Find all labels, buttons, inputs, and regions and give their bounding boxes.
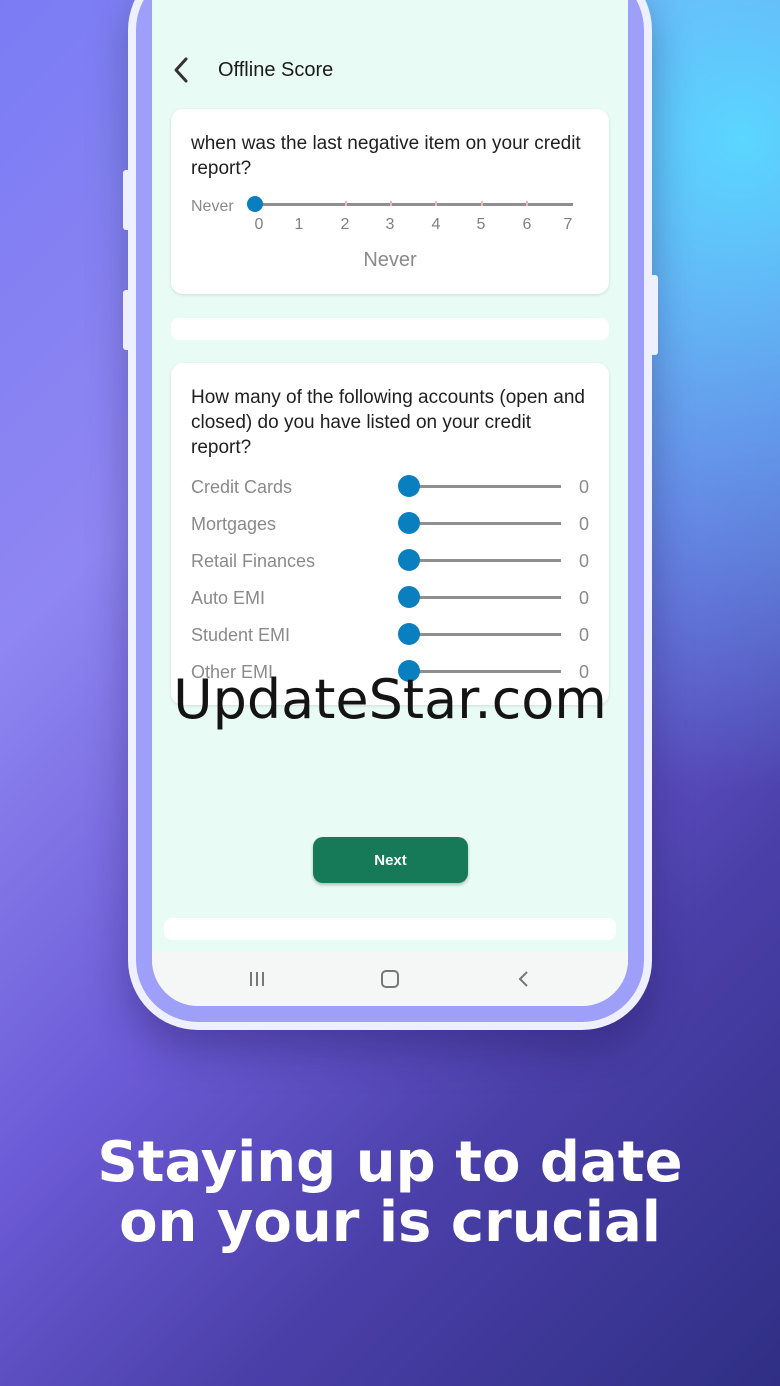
slider-tick bbox=[390, 201, 392, 206]
tick-label: 4 bbox=[431, 216, 441, 233]
tick-label: 6 bbox=[522, 216, 532, 233]
account-slider-thumb[interactable] bbox=[398, 623, 420, 645]
tick-label: 1 bbox=[294, 216, 304, 233]
divider-strip bbox=[171, 318, 609, 340]
question-text: when was the last negative item on your … bbox=[191, 133, 581, 179]
system-nav-bar bbox=[152, 952, 628, 1006]
account-row-value: 0 bbox=[579, 477, 590, 497]
account-row-value: 0 bbox=[579, 625, 590, 645]
account-row-value: 0 bbox=[579, 551, 590, 571]
account-row-label: Auto EMI bbox=[191, 588, 266, 608]
account-row-value: 0 bbox=[579, 588, 590, 608]
phone-side-button bbox=[123, 290, 131, 350]
phone-power-button bbox=[650, 275, 658, 355]
question-card-accounts: How many of the following accounts (open… bbox=[171, 363, 609, 705]
tick-label: 3 bbox=[385, 216, 395, 233]
slider-tick bbox=[481, 201, 483, 206]
slider-min-label: Never bbox=[191, 198, 234, 215]
account-slider-track[interactable] bbox=[411, 633, 561, 636]
selected-value-label: Never bbox=[363, 249, 417, 271]
account-slider-track[interactable] bbox=[411, 522, 561, 525]
account-row-label: Student EMI bbox=[191, 625, 291, 645]
home-icon[interactable] bbox=[375, 966, 405, 992]
slider-tick bbox=[526, 201, 528, 206]
tick-label: 2 bbox=[340, 216, 350, 233]
phone-screen: Offline Score when was the last negative… bbox=[152, 0, 628, 1006]
slider-tick bbox=[435, 201, 437, 206]
tick-label: 0 bbox=[254, 216, 264, 233]
bottom-strip bbox=[164, 918, 616, 940]
back-icon[interactable] bbox=[509, 966, 539, 992]
account-slider-thumb[interactable] bbox=[398, 549, 420, 571]
tick-label: 7 bbox=[563, 216, 573, 233]
question-text: How many of the following accounts (open… bbox=[191, 387, 585, 458]
account-slider-thumb[interactable] bbox=[398, 512, 420, 534]
recents-icon[interactable] bbox=[242, 966, 272, 992]
chevron-left-icon[interactable] bbox=[170, 56, 194, 84]
account-row-value: 0 bbox=[579, 514, 590, 534]
account-row-label: Credit Cards bbox=[191, 477, 293, 497]
headline-line-1: Staying up to date bbox=[97, 1130, 683, 1195]
watermark: UpdateStar.com bbox=[173, 668, 607, 731]
slider-tick bbox=[345, 201, 347, 206]
page-title: Offline Score bbox=[218, 59, 334, 81]
phone-side-button bbox=[123, 170, 131, 230]
account-slider-thumb[interactable] bbox=[398, 586, 420, 608]
account-slider-thumb[interactable] bbox=[398, 475, 420, 497]
slider-thumb[interactable] bbox=[247, 196, 263, 212]
account-row-label: Mortgages bbox=[191, 514, 277, 534]
account-slider-track[interactable] bbox=[411, 485, 561, 488]
headline-line-2: on your is crucial bbox=[119, 1190, 661, 1255]
account-row-label: Retail Finances bbox=[191, 551, 316, 571]
tick-label: 5 bbox=[476, 216, 486, 233]
next-button[interactable]: Next bbox=[313, 837, 468, 883]
account-slider-track[interactable] bbox=[411, 596, 561, 599]
app-bar: Offline Score bbox=[152, 44, 628, 96]
question-card-negative-item: when was the last negative item on your … bbox=[171, 109, 609, 294]
account-slider-track[interactable] bbox=[411, 559, 561, 562]
